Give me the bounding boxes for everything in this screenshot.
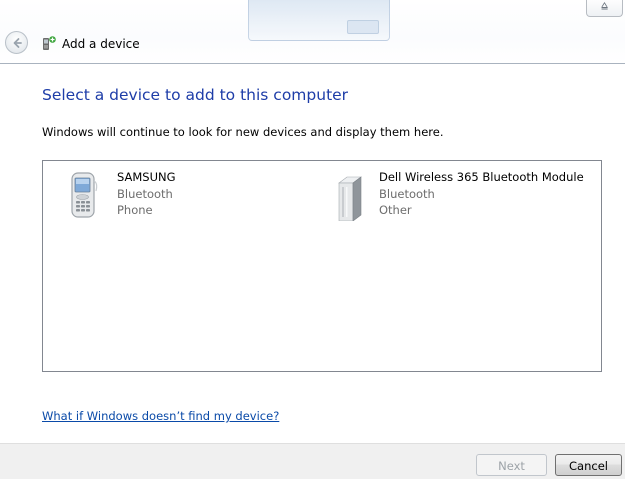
device-list[interactable]: SAMSUNG Bluetooth Phone Dell Wireless 36… — [42, 160, 602, 372]
back-arrow-icon — [13, 38, 22, 48]
background-window-button — [347, 20, 379, 34]
window-title: Add a device — [62, 37, 140, 51]
system-window-button[interactable]: ⩠ — [586, 0, 623, 17]
device-connection: Bluetooth — [117, 186, 173, 201]
device-connection: Bluetooth — [379, 186, 435, 201]
device-item-dell-bluetooth-module[interactable]: Dell Wireless 365 Bluetooth Module Bluet… — [331, 169, 597, 225]
device-item-samsung[interactable]: SAMSUNG Bluetooth Phone — [69, 169, 299, 225]
device-category: Phone — [117, 203, 153, 217]
window-chrome: ⩠ Add a device — [0, 0, 625, 64]
device-name: Dell Wireless 365 Bluetooth Module — [379, 170, 584, 184]
mobile-phone-icon — [71, 172, 98, 218]
cancel-button[interactable]: Cancel — [555, 454, 622, 476]
device-name: SAMSUNG — [117, 170, 176, 184]
page-heading: Select a device to add to this computer — [42, 86, 349, 104]
device-details: Dell Wireless 365 Bluetooth Module Bluet… — [379, 169, 584, 219]
add-device-icon — [43, 36, 56, 50]
next-button[interactable]: Next — [476, 454, 547, 476]
help-link[interactable]: What if Windows doesn’t find my device? — [42, 409, 279, 423]
device-category: Other — [379, 203, 412, 217]
back-button[interactable] — [5, 31, 28, 54]
device-details: SAMSUNG Bluetooth Phone — [117, 169, 176, 219]
generic-device-icon — [338, 176, 362, 221]
background-window-glass — [248, 0, 390, 41]
info-text: Windows will continue to look for new de… — [42, 125, 444, 139]
